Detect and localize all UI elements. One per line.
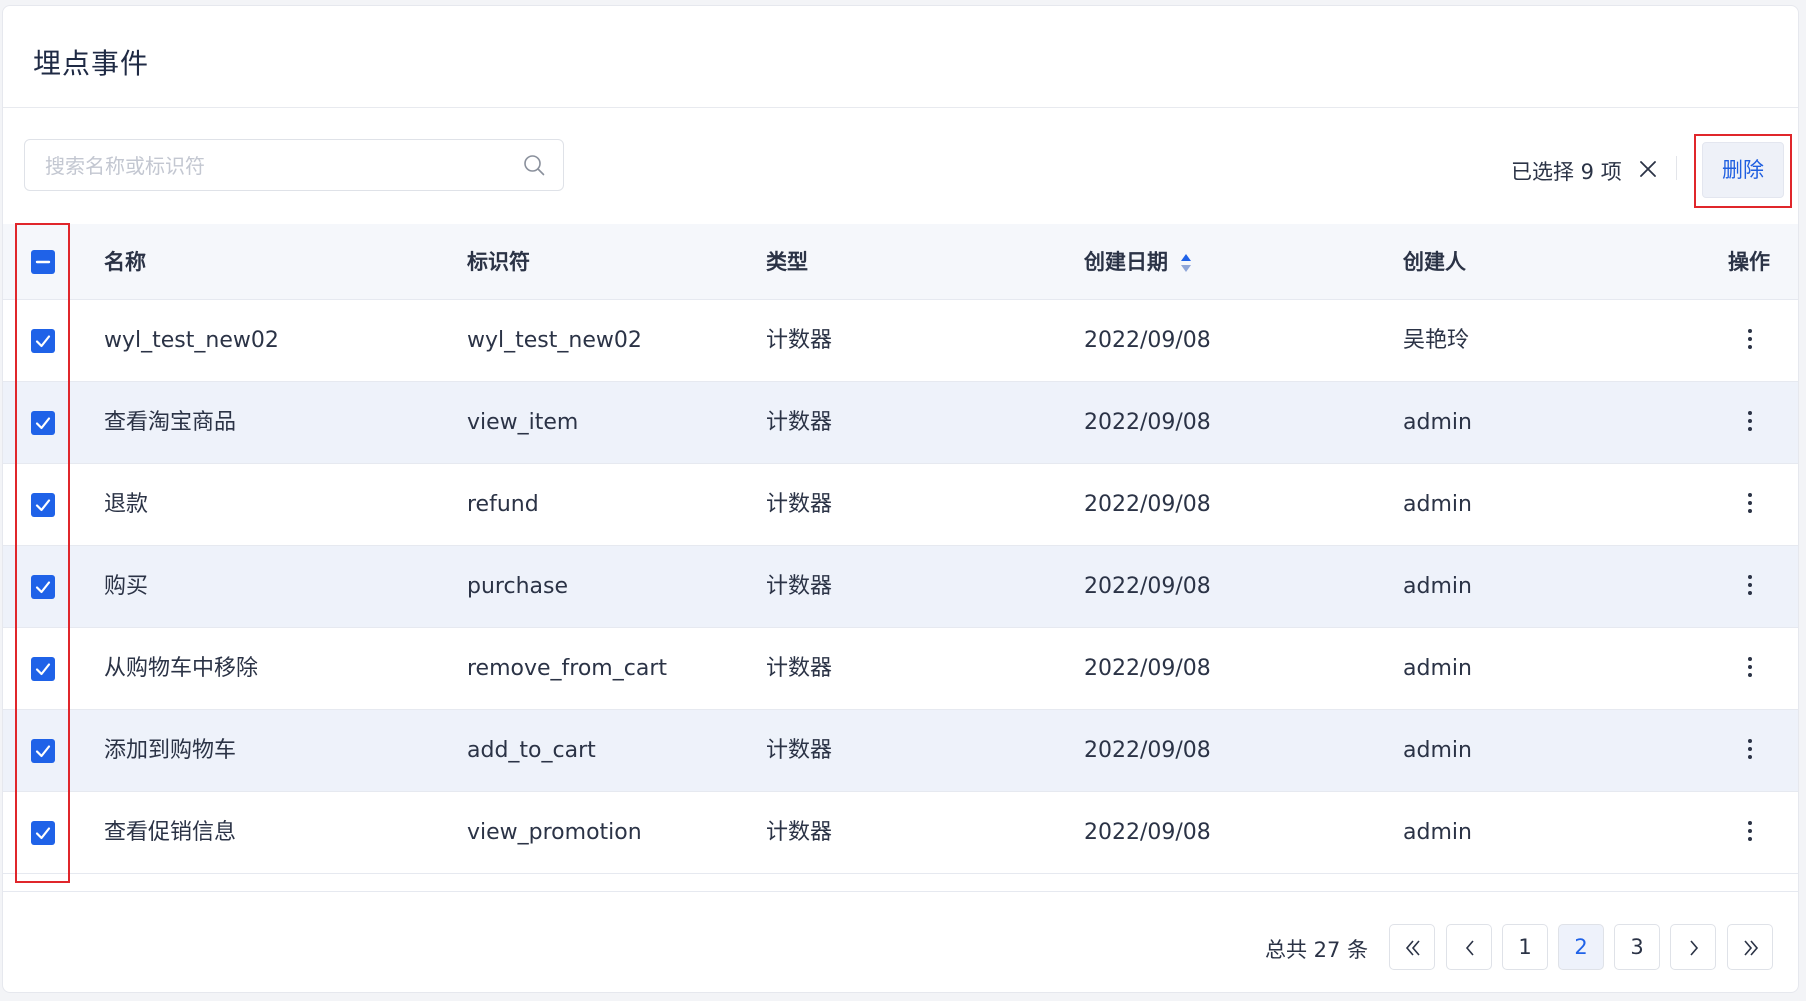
checkbox-highlight-outline xyxy=(15,223,70,883)
search-box[interactable] xyxy=(24,139,564,192)
page-title: 埋点事件 xyxy=(33,47,150,80)
cell-created-date: 2022/09/08 xyxy=(1084,574,1211,599)
cell-name: 添加到购物车 xyxy=(104,738,237,763)
cell-created-date: 2022/09/08 xyxy=(1084,328,1211,353)
cell-identifier: view_item xyxy=(467,410,579,435)
more-vertical-icon[interactable] xyxy=(1747,411,1753,435)
double-chevron-right-icon xyxy=(1744,940,1759,956)
more-vertical-icon[interactable] xyxy=(1747,329,1753,353)
events-panel: 埋点事件 已选择 9 项 删除 名称 标识符 类型 创建日期 xyxy=(2,5,1799,993)
more-vertical-icon[interactable] xyxy=(1747,739,1753,763)
cell-identifier: remove_from_cart xyxy=(467,656,667,681)
first-page-button[interactable] xyxy=(1389,924,1435,970)
last-page-button[interactable] xyxy=(1727,924,1773,970)
cell-type: 计数器 xyxy=(766,738,833,763)
cell-creator: 吴艳玲 xyxy=(1403,328,1470,353)
table-row[interactable]: 从购物车中移除 remove_from_cart 计数器 2022/09/08 admi… xyxy=(3,628,1798,710)
cell-creator: admin xyxy=(1403,656,1472,681)
cell-creator: admin xyxy=(1403,492,1472,517)
cell-name: 查看淘宝商品 xyxy=(104,410,237,435)
selection-count: 已选择 9 项 xyxy=(1511,160,1622,184)
pagination-total: 总共 27 条 xyxy=(1265,938,1369,962)
page-button-2[interactable]: 2 xyxy=(1558,924,1604,970)
cell-creator: admin xyxy=(1403,738,1472,763)
title-divider xyxy=(3,107,1798,108)
column-header-identifier: 标识符 xyxy=(467,250,530,274)
table-row[interactable]: 退款 refund 计数器 2022/09/08 admin xyxy=(3,464,1798,546)
chevron-right-icon xyxy=(1690,940,1699,956)
cell-identifier: refund xyxy=(467,492,539,517)
column-header-creator: 创建人 xyxy=(1403,250,1466,274)
cell-creator: admin xyxy=(1403,574,1472,599)
chevron-left-icon xyxy=(1465,940,1474,956)
cell-type: 计数器 xyxy=(766,328,833,353)
cell-name: wyl_test_new02 xyxy=(104,328,279,353)
cell-created-date: 2022/09/08 xyxy=(1084,492,1211,517)
cell-type: 计数器 xyxy=(766,574,833,599)
column-header-actions: 操作 xyxy=(1728,250,1770,274)
more-vertical-icon[interactable] xyxy=(1747,821,1753,845)
cell-created-date: 2022/09/08 xyxy=(1084,820,1211,845)
cell-creator: admin xyxy=(1403,820,1472,845)
cell-name: 购买 xyxy=(104,574,149,599)
cell-created-date: 2022/09/08 xyxy=(1084,410,1211,435)
table-row[interactable]: 购买 purchase 计数器 2022/09/08 admin xyxy=(3,546,1798,628)
delete-button[interactable]: 删除 xyxy=(1702,142,1784,198)
table-header: 名称 标识符 类型 创建日期 创建人 操作 xyxy=(3,224,1798,300)
page-button-3[interactable]: 3 xyxy=(1614,924,1660,970)
search-icon[interactable] xyxy=(523,154,545,176)
cell-creator: admin xyxy=(1403,410,1472,435)
cell-type: 计数器 xyxy=(766,820,833,845)
toolbar-divider xyxy=(1676,156,1677,180)
cell-identifier: wyl_test_new02 xyxy=(467,328,642,353)
cell-name: 退款 xyxy=(104,492,149,517)
more-vertical-icon[interactable] xyxy=(1747,493,1753,517)
next-page-button[interactable] xyxy=(1670,924,1716,970)
page-button-1[interactable]: 1 xyxy=(1502,924,1548,970)
cell-type: 计数器 xyxy=(766,492,833,517)
cell-identifier: view_promotion xyxy=(467,820,642,845)
table-row[interactable]: wyl_test_new02 wyl_test_new02 计数器 2022/09/0… xyxy=(3,300,1798,382)
more-vertical-icon[interactable] xyxy=(1747,657,1753,681)
cell-identifier: add_to_cart xyxy=(467,738,596,763)
table-row[interactable]: 查看促销信息 view_promotion 计数器 2022/09/08 admin xyxy=(3,792,1798,874)
cell-name: 从购物车中移除 xyxy=(104,656,259,681)
table-row[interactable]: 查看淘宝商品 view_item 计数器 2022/09/08 admin xyxy=(3,382,1798,464)
more-vertical-icon[interactable] xyxy=(1747,575,1753,599)
sort-icon[interactable] xyxy=(1179,252,1193,274)
double-chevron-left-icon xyxy=(1405,940,1420,956)
cell-created-date: 2022/09/08 xyxy=(1084,656,1211,681)
column-header-name: 名称 xyxy=(104,250,146,274)
search-input[interactable] xyxy=(43,140,517,192)
cell-type: 计数器 xyxy=(766,656,833,681)
cell-name: 查看促销信息 xyxy=(104,820,237,845)
column-header-type: 类型 xyxy=(766,250,808,274)
close-icon[interactable] xyxy=(1637,158,1659,180)
table-row[interactable]: 添加到购物车 add_to_cart 计数器 2022/09/08 admin xyxy=(3,710,1798,792)
cell-identifier: purchase xyxy=(467,574,568,599)
prev-page-button[interactable] xyxy=(1446,924,1492,970)
cell-type: 计数器 xyxy=(766,410,833,435)
cell-created-date: 2022/09/08 xyxy=(1084,738,1211,763)
column-header-created-date[interactable]: 创建日期 xyxy=(1084,224,1168,300)
footer-divider xyxy=(3,891,1798,892)
